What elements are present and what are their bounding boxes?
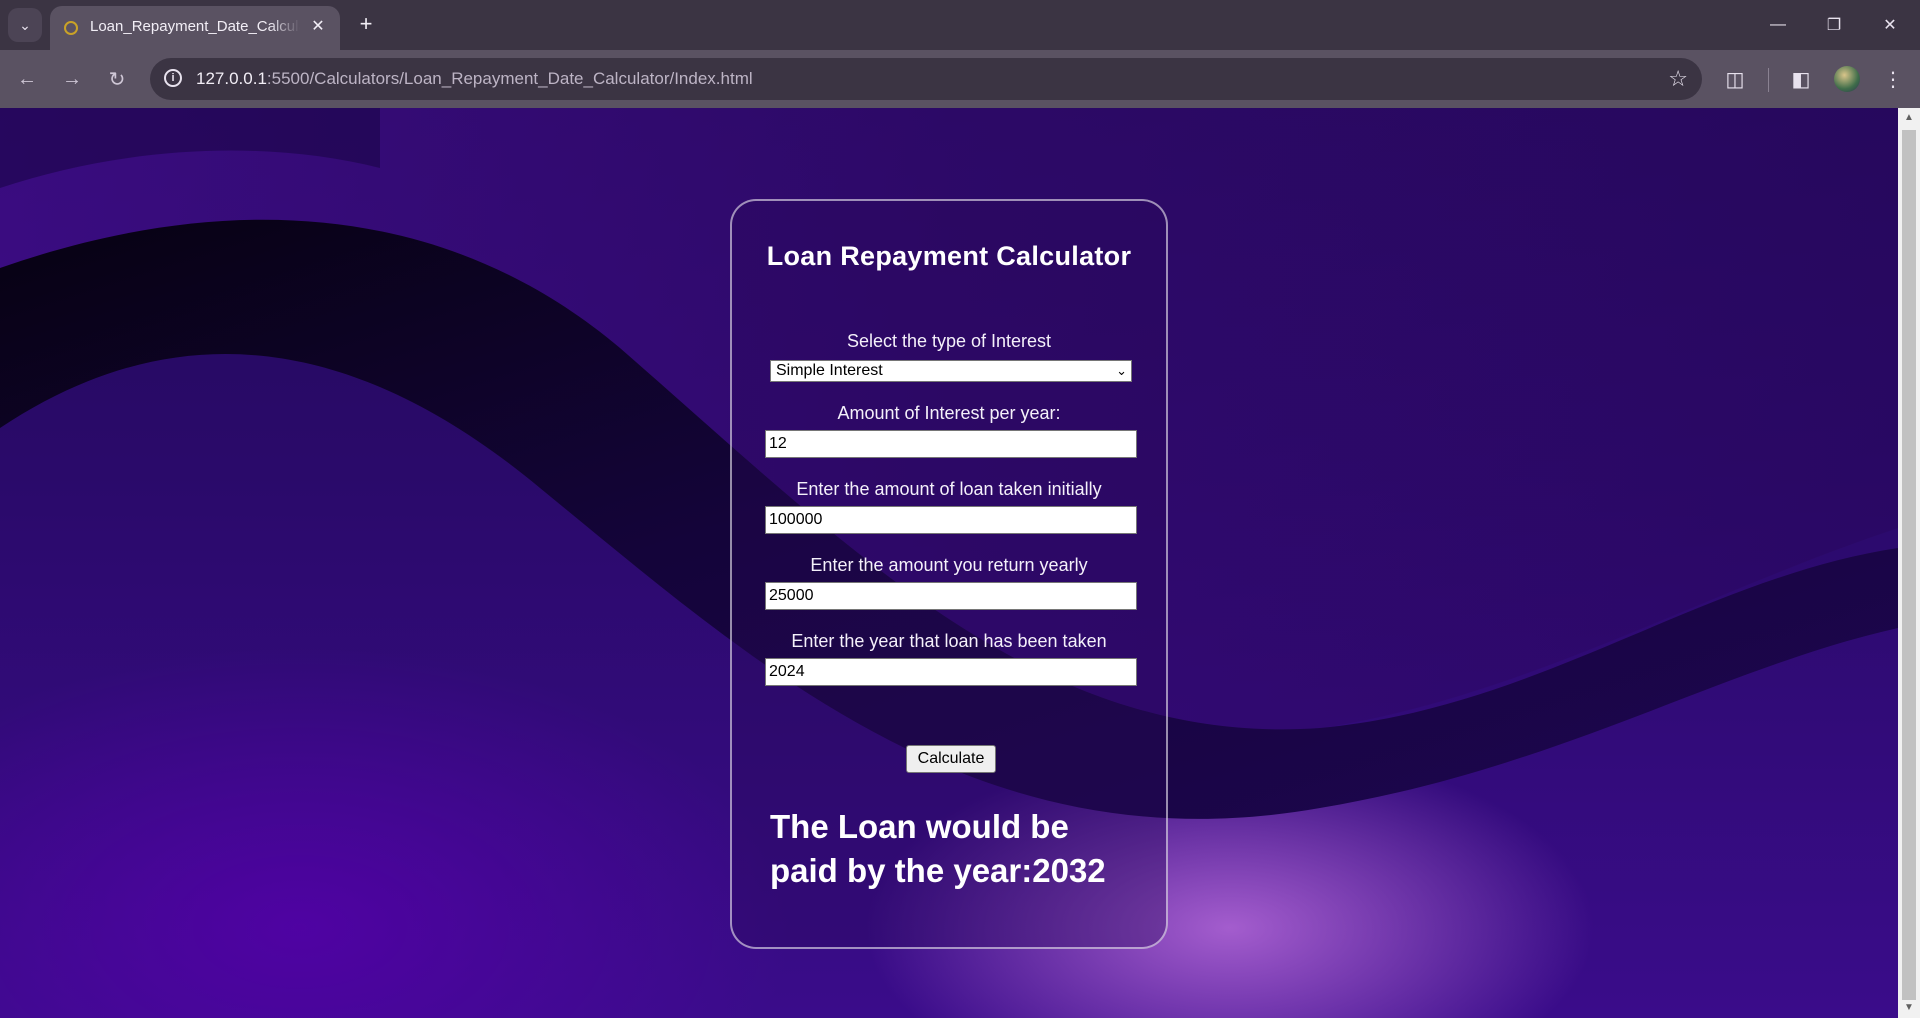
browser-tab[interactable]: Loan_Repayment_Date_Calculator ✕ bbox=[50, 6, 340, 50]
scroll-down-arrow-icon[interactable]: ▼ bbox=[1903, 1002, 1915, 1014]
bookmark-star-icon[interactable]: ☆ bbox=[1668, 66, 1688, 92]
url-text[interactable]: 127.0.0.1:5500/Calculators/Loan_Repaymen… bbox=[196, 69, 753, 89]
calculator-card: Loan Repayment Calculator Select the typ… bbox=[730, 199, 1168, 949]
page-scrollbar[interactable]: ▲ ▼ bbox=[1898, 108, 1920, 1018]
favicon-icon bbox=[64, 21, 78, 35]
loan-amount-label: Enter the amount of loan taken initially bbox=[796, 479, 1102, 499]
loan-year-input[interactable] bbox=[765, 658, 1137, 686]
url-path: :5500/Calculators/Loan_Repayment_Date_Ca… bbox=[266, 69, 753, 88]
restore-button[interactable]: ❐ bbox=[1806, 0, 1862, 50]
result-text: The Loan would be paid by the year:2032 bbox=[770, 808, 1106, 889]
chevron-down-icon: ⌄ bbox=[19, 16, 31, 33]
tab-search-button[interactable]: ⌄ bbox=[8, 8, 42, 42]
address-bar[interactable]: i 127.0.0.1:5500/Calculators/Loan_Repaym… bbox=[150, 58, 1702, 100]
back-button[interactable]: ← bbox=[10, 62, 44, 96]
scroll-up-arrow-icon[interactable]: ▲ bbox=[1903, 112, 1915, 124]
page-viewport: Loan Repayment Calculator Select the typ… bbox=[0, 108, 1898, 1018]
page-title: Loan Repayment Calculator bbox=[766, 241, 1132, 271]
toolbar-divider bbox=[1768, 68, 1769, 92]
site-info-icon[interactable]: i bbox=[164, 69, 182, 87]
profile-avatar[interactable] bbox=[1834, 66, 1860, 92]
url-host: 127.0.0.1 bbox=[196, 69, 267, 88]
interest-type-selected: Simple Interest bbox=[776, 362, 883, 379]
close-window-button[interactable]: ✕ bbox=[1862, 0, 1918, 50]
scroll-thumb[interactable] bbox=[1902, 130, 1916, 1000]
loan-amount-input[interactable] bbox=[765, 506, 1137, 534]
interest-type-label: Select the type of Interest bbox=[846, 331, 1052, 351]
interest-rate-input[interactable] bbox=[765, 430, 1137, 458]
forward-button[interactable]: → bbox=[55, 62, 89, 96]
browser-window: ⌄ Loan_Repayment_Date_Calculator ✕ + — ❐… bbox=[0, 0, 1920, 1018]
menu-icon[interactable]: ⋮ bbox=[1878, 64, 1908, 94]
yearly-return-label: Enter the amount you return yearly bbox=[810, 555, 1088, 575]
tab-strip: ⌄ Loan_Repayment_Date_Calculator ✕ + — ❐… bbox=[0, 0, 1920, 50]
chevron-down-icon: ⌄ bbox=[1116, 363, 1127, 378]
interest-type-select[interactable]: Simple Interest ⌄ bbox=[770, 360, 1132, 382]
browser-toolbar: ← → ↻ i 127.0.0.1:5500/Calculators/Loan_… bbox=[0, 50, 1920, 108]
calculate-button[interactable]: Calculate bbox=[906, 745, 996, 773]
reload-button[interactable]: ↻ bbox=[100, 62, 134, 96]
tab-title: Loan_Repayment_Date_Calculator bbox=[90, 18, 300, 35]
extensions-icon[interactable]: ◫ bbox=[1720, 64, 1750, 94]
close-tab-icon[interactable]: ✕ bbox=[308, 17, 328, 37]
new-tab-button[interactable]: + bbox=[352, 10, 380, 38]
minimize-button[interactable]: — bbox=[1750, 0, 1806, 50]
loan-year-label: Enter the year that loan has been taken bbox=[791, 631, 1107, 651]
yearly-return-input[interactable] bbox=[765, 582, 1137, 610]
interest-rate-label: Amount of Interest per year: bbox=[837, 403, 1061, 423]
side-panel-icon[interactable]: ◧ bbox=[1786, 64, 1816, 94]
